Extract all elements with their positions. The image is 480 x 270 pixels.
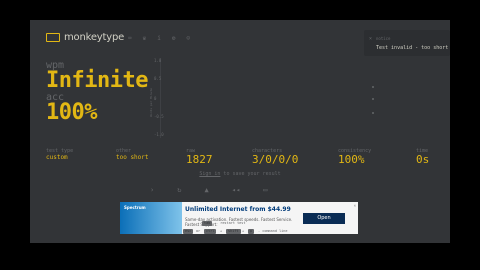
screenshot-icon[interactable]: ▭ — [263, 186, 267, 194]
consistency-value: 100% — [338, 153, 365, 166]
warning-icon[interactable]: ▲ — [204, 186, 208, 194]
logo-text: monkeytype — [64, 32, 125, 43]
hint-text-2: - command line — [258, 229, 288, 233]
shift-key: shift — [226, 229, 241, 234]
chart-point — [372, 86, 374, 88]
sign-in-link[interactable]: Sign in — [199, 171, 220, 177]
ctrl-key: ctrl — [204, 229, 217, 234]
restart-icon[interactable]: ↻ — [177, 186, 181, 194]
top-nav: ⌨ ♛ i ⚙ ☺ — [128, 35, 190, 42]
info-icon[interactable]: i — [157, 35, 161, 42]
ad-image[interactable]: Spectrum — [120, 202, 182, 234]
ad-open-button[interactable]: Open — [303, 213, 345, 224]
hint-plus-2: + — [242, 229, 245, 233]
logo[interactable]: monkeytype — [46, 32, 124, 43]
y-tick: -1.0 — [154, 132, 164, 137]
crown-icon[interactable]: ♛ — [143, 35, 147, 42]
result-actions: › ↻ ▲ ◂◂ ▭ — [150, 186, 267, 194]
wpm-value: Infinite — [46, 68, 148, 93]
hint-plus: + — [220, 229, 223, 233]
acc-value: 100% — [46, 100, 97, 125]
chart-point — [372, 98, 374, 100]
sign-in-text: to save your result — [220, 171, 281, 177]
ad-title[interactable]: Unlimited Internet from $44.99 — [185, 206, 291, 213]
test-type-value: custom — [46, 154, 68, 161]
characters-value: 3/0/0/0 — [252, 153, 299, 166]
other-value: too short — [116, 154, 149, 161]
toast-title: notice — [376, 36, 391, 41]
ad-close-icon[interactable]: × — [354, 203, 356, 208]
hint-or: or — [196, 229, 201, 233]
esc-key: esc — [183, 229, 194, 234]
sign-in-prompt: Sign in to save your result — [30, 171, 450, 177]
y-tick: 0.5 — [154, 76, 162, 81]
time-value: 0s — [416, 153, 430, 166]
chart-point — [372, 112, 374, 114]
tab-key: tab — [202, 221, 213, 226]
replay-icon[interactable]: ◂◂ — [232, 186, 240, 194]
settings-icon[interactable]: ⚙ — [172, 35, 176, 42]
keyboard-icon[interactable]: ⌨ — [128, 35, 132, 42]
hint-text: - restart test — [216, 221, 246, 225]
wpm-chart: 1.0 0.5 0 -0.5 -1.0 Words per Minute — [149, 58, 442, 138]
y-tick: 1.0 — [154, 58, 162, 63]
y-tick: -0.5 — [154, 114, 164, 119]
notification-toast[interactable]: × notice Test invalid - too short — [364, 30, 450, 56]
close-icon[interactable]: × — [369, 36, 372, 42]
y-tick: 0 — [154, 96, 157, 101]
chart-y-label: Words per Minute — [149, 88, 153, 117]
app-window: monkeytype ⌨ ♛ i ⚙ ☺ × notice Test inval… — [30, 20, 450, 243]
keyboard-logo-icon — [46, 33, 60, 42]
next-test-icon[interactable]: › — [150, 186, 154, 194]
user-icon[interactable]: ☺ — [187, 35, 191, 42]
chart-y-axis — [160, 58, 161, 138]
raw-value: 1827 — [186, 153, 213, 166]
p-key: p — [248, 229, 255, 234]
toast-message: Test invalid - too short — [376, 45, 449, 51]
ad-brand: Spectrum — [124, 205, 146, 210]
